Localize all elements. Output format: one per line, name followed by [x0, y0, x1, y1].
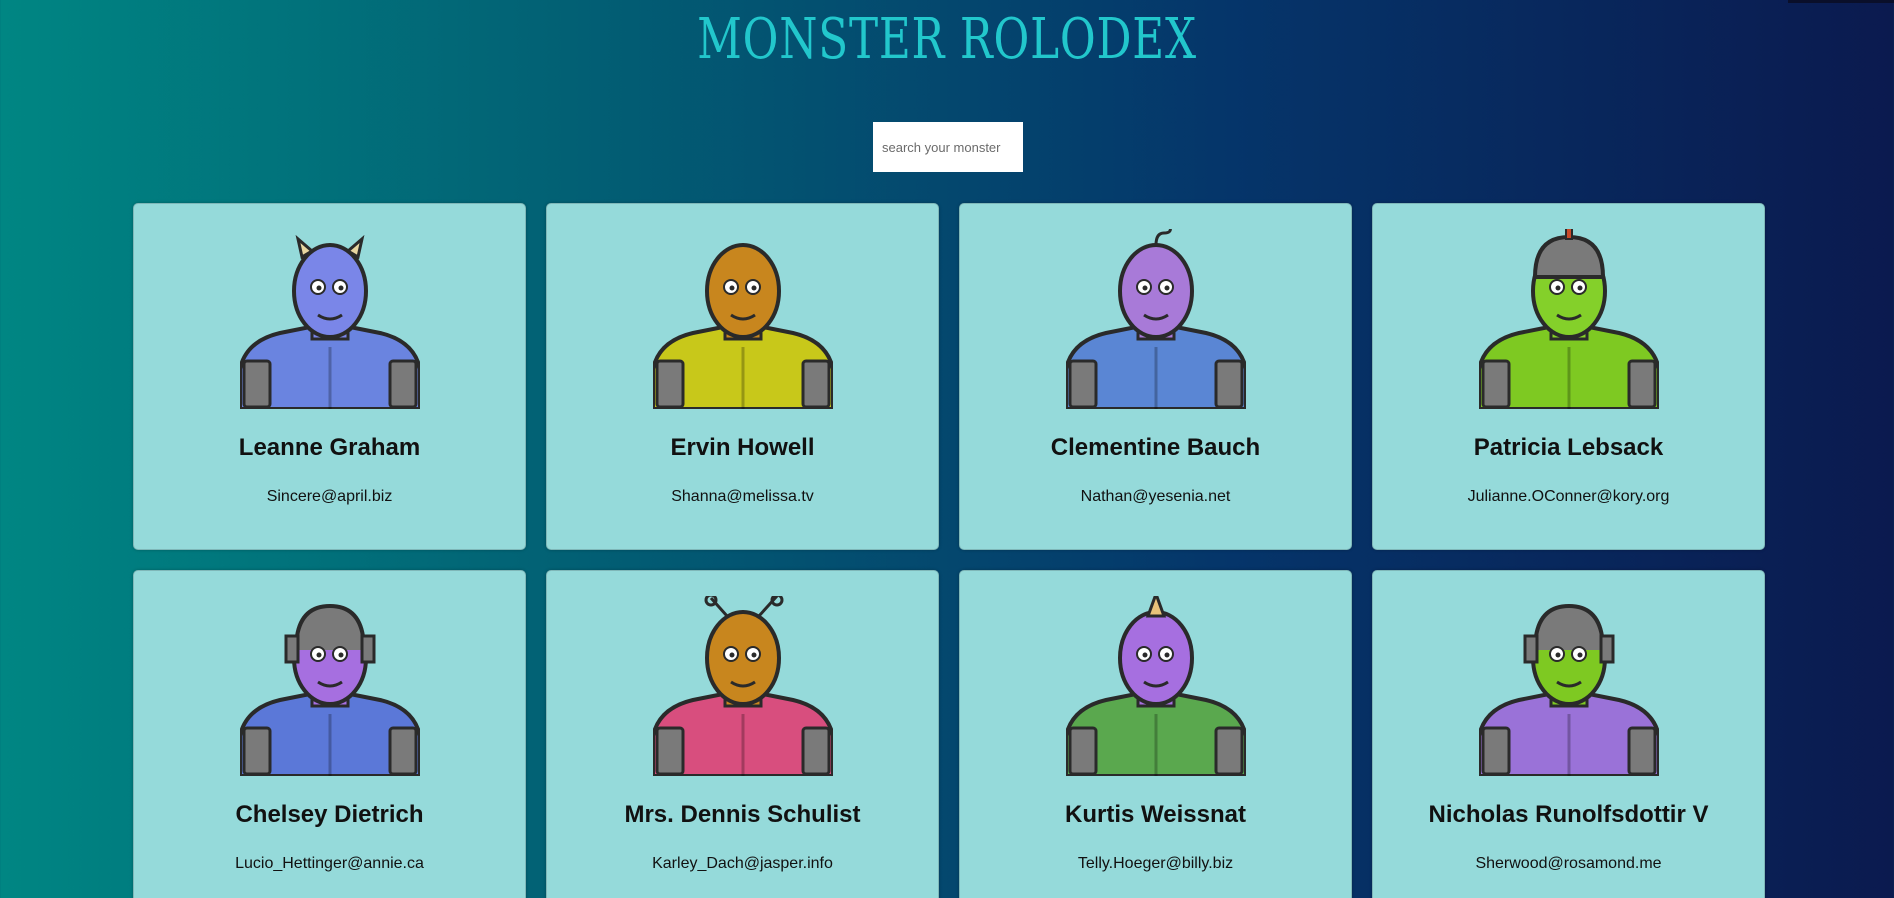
- shoulder-pad: [242, 726, 272, 776]
- robot-ear: [360, 634, 376, 664]
- monster-email: Nathan@yesenia.net: [1080, 488, 1231, 505]
- horn: [1145, 596, 1167, 618]
- antenna-right: [757, 596, 779, 618]
- monster-avatar: [1479, 603, 1659, 776]
- monster-head: [705, 610, 781, 706]
- shoulder-pad: [1068, 726, 1098, 776]
- robot-ear: [284, 634, 300, 664]
- monster-name: Kurtis Weissnat: [1065, 801, 1246, 828]
- shoulder-pad: [655, 359, 685, 409]
- shoulder-pad: [242, 359, 272, 409]
- search-input[interactable]: [873, 122, 1023, 172]
- monster-head: [292, 243, 368, 339]
- shoulder-pad: [801, 726, 831, 776]
- shoulder-pad: [1627, 359, 1657, 409]
- shoulder-pad: [655, 726, 685, 776]
- monster-avatar: [1479, 229, 1659, 409]
- shoulder-pad: [388, 726, 418, 776]
- pupil: [338, 285, 344, 291]
- pupil: [729, 652, 735, 658]
- pupil: [316, 285, 322, 291]
- robot-ear: [1599, 634, 1615, 664]
- shoulder-pad: [1627, 726, 1657, 776]
- shoulder-pad: [801, 359, 831, 409]
- pupil: [729, 285, 735, 291]
- monster-card[interactable]: Clementine Bauch Nathan@yesenia.net: [959, 203, 1352, 550]
- robot-helmet: [1533, 603, 1605, 651]
- pupil: [1555, 652, 1561, 658]
- monster-email: Telly.Hoeger@billy.biz: [1077, 855, 1234, 872]
- monster-email: Julianne.OConner@kory.org: [1467, 488, 1670, 505]
- monster-name: Leanne Graham: [238, 434, 421, 461]
- pupil: [1142, 652, 1148, 658]
- monster-card[interactable]: Patricia Lebsack Julianne.OConner@kory.o…: [1372, 203, 1765, 550]
- monster-head: [1118, 243, 1194, 339]
- monster-card[interactable]: Ervin Howell Shanna@melissa.tv: [546, 203, 939, 550]
- monster-email: Sherwood@rosamond.me: [1475, 855, 1662, 872]
- helmet-spike: [1565, 229, 1573, 240]
- monster-head: [705, 243, 781, 339]
- shoulder-pad: [1068, 359, 1098, 409]
- shoulder-pad: [388, 359, 418, 409]
- monster-email: Lucio_Hettinger@annie.ca: [235, 855, 424, 872]
- robot-ear: [1523, 634, 1539, 664]
- pupil: [1164, 285, 1170, 291]
- pupil: [1577, 285, 1583, 291]
- monster-avatar: [240, 234, 420, 409]
- pupil: [316, 652, 322, 658]
- window-corner-bar: [1788, 0, 1894, 3]
- monster-head: [1118, 610, 1194, 706]
- monster-card[interactable]: Nicholas Runolfsdottir V Sherwood@rosamo…: [1372, 570, 1765, 898]
- card-list: Leanne Graham Sincere@april.biz Ervin Ho…: [133, 203, 1765, 898]
- monster-name: Patricia Lebsack: [1473, 434, 1664, 461]
- monster-name: Nicholas Runolfsdottir V: [1428, 801, 1709, 828]
- page-title: MONSTER ROLODEX: [697, 7, 1197, 72]
- monster-name: Chelsey Dietrich: [235, 801, 424, 828]
- monster-email: Sincere@april.biz: [266, 488, 393, 505]
- monster-name: Ervin Howell: [670, 434, 815, 461]
- shoulder-pad: [1481, 359, 1511, 409]
- monster-avatar: [653, 596, 833, 776]
- monster-avatar: [1066, 229, 1246, 409]
- monster-card[interactable]: Kurtis Weissnat Telly.Hoeger@billy.biz: [959, 570, 1352, 898]
- pupil: [1164, 652, 1170, 658]
- shoulder-pad: [1214, 726, 1244, 776]
- monster-avatar: [1066, 596, 1246, 776]
- pupil: [751, 285, 757, 291]
- helmet: [1532, 234, 1606, 279]
- pupil: [1555, 285, 1561, 291]
- antenna-curl: [1154, 229, 1172, 246]
- monster-name: Mrs. Dennis Schulist: [624, 801, 861, 828]
- robot-helmet: [294, 603, 366, 651]
- pupil: [1577, 652, 1583, 658]
- pupil: [1142, 285, 1148, 291]
- antenna-tip: [704, 596, 718, 607]
- antenna-left: [709, 597, 729, 617]
- monster-card[interactable]: Leanne Graham Sincere@april.biz: [133, 203, 526, 550]
- monster-card[interactable]: Mrs. Dennis Schulist Karley_Dach@jasper.…: [546, 570, 939, 898]
- monster-email: Shanna@melissa.tv: [671, 488, 814, 505]
- pupil: [751, 652, 757, 658]
- shoulder-pad: [1214, 359, 1244, 409]
- monster-avatar: [653, 243, 833, 409]
- monster-avatar: [240, 603, 420, 776]
- monster-name: Clementine Bauch: [1050, 434, 1261, 461]
- pupil: [338, 652, 344, 658]
- monster-card[interactable]: Chelsey Dietrich Lucio_Hettinger@annie.c…: [133, 570, 526, 898]
- monster-email: Karley_Dach@jasper.info: [652, 855, 833, 872]
- shoulder-pad: [1481, 726, 1511, 776]
